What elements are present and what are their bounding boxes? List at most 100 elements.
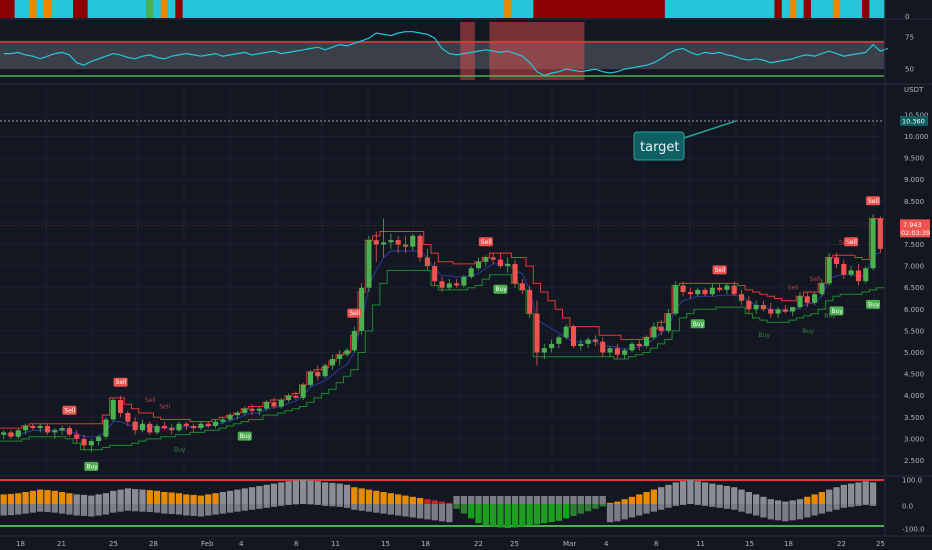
bottom-bar-pos xyxy=(833,487,840,504)
candle-body xyxy=(74,434,80,439)
candle-body xyxy=(37,425,43,429)
bottom-bar-base xyxy=(731,504,738,510)
heat-cell xyxy=(284,0,293,18)
bottom-bar-neg xyxy=(533,504,541,525)
bottom-bar-pos xyxy=(0,494,7,504)
bottom-bar-base xyxy=(395,504,402,516)
heat-cell xyxy=(306,0,315,18)
candle-body xyxy=(454,283,460,286)
heat-cell xyxy=(299,0,308,18)
bottom-bar-pos xyxy=(263,484,270,504)
bottom-bar-pos xyxy=(29,490,37,504)
bottom-bar-base xyxy=(796,504,804,520)
heat-cell xyxy=(832,0,841,18)
heat-cell xyxy=(350,0,359,18)
bottom-bar-base xyxy=(197,504,205,517)
sell-signal-label: Sell xyxy=(116,379,127,386)
bottom-bar-base xyxy=(723,504,731,509)
bottom-bar-base xyxy=(511,496,519,504)
bottom-bar-pos xyxy=(241,488,248,504)
bottom-bar-base xyxy=(132,504,139,512)
time-tick-label: 18 xyxy=(421,540,430,548)
bottom-bar-base xyxy=(584,496,592,504)
candle-body xyxy=(66,428,72,435)
heat-cell xyxy=(58,0,67,18)
candle-body xyxy=(614,348,620,355)
candle-body xyxy=(15,430,21,437)
heat-cell xyxy=(321,0,330,18)
bottom-bar-base xyxy=(840,504,847,508)
time-tick-label: 22 xyxy=(837,540,846,548)
bottom-bar-base xyxy=(37,504,44,512)
price-tick-label: 7.500 xyxy=(904,241,924,249)
heat-cell xyxy=(789,0,797,18)
heat-cell xyxy=(584,0,593,18)
bottom-bar-pos xyxy=(643,492,650,504)
bottom-bar-pos xyxy=(438,501,446,504)
heat-cell xyxy=(745,0,753,18)
osc-highlight xyxy=(460,22,475,80)
heat-cell xyxy=(628,0,636,18)
bottom-bar-base xyxy=(51,504,58,513)
bottom-bar-neg xyxy=(468,504,475,519)
heat-cell xyxy=(379,0,388,18)
bottom-bar-pos xyxy=(139,489,146,504)
candle-body xyxy=(578,343,584,347)
bottom-bar-pos xyxy=(351,487,358,504)
bottom-tick-label: 0.0 xyxy=(902,503,913,511)
bottom-bar-pos xyxy=(146,490,153,504)
heat-cell xyxy=(401,0,410,18)
bottom-bar-pos xyxy=(395,494,402,504)
bottom-bar-base xyxy=(658,504,665,510)
bottom-bar-pos xyxy=(760,496,767,504)
bottom-bar-pos xyxy=(234,489,241,504)
time-tick-label: 22 xyxy=(474,540,483,548)
bottom-bar-pos xyxy=(796,499,804,504)
bottom-bar-pos xyxy=(102,493,110,504)
bottom-bar-base xyxy=(701,504,709,506)
candle-body xyxy=(315,371,321,377)
time-tick-label: 11 xyxy=(696,540,705,548)
bottom-bar-pos xyxy=(110,490,117,504)
bottom-bar-base xyxy=(168,504,175,514)
bottom-bar-pos xyxy=(205,494,212,504)
heat-cell xyxy=(226,0,235,18)
candle-body xyxy=(176,423,182,431)
bottom-bar-base xyxy=(847,504,855,507)
candle-body xyxy=(103,419,109,437)
candle-body xyxy=(600,341,606,353)
buy-signal-label: Buy xyxy=(86,463,98,470)
heat-cell xyxy=(182,0,191,18)
price-tick-label: 8.500 xyxy=(904,198,924,206)
bottom-bar-base xyxy=(95,504,102,516)
heat-tick-label: 0 xyxy=(905,13,909,21)
time-tick-label: 15 xyxy=(745,540,754,548)
heat-cell xyxy=(460,0,468,18)
price-tick-label: 7.000 xyxy=(904,263,924,271)
last-price-tag-label: 7.943 xyxy=(903,221,922,229)
heat-cell xyxy=(620,0,629,18)
heat-cell xyxy=(533,0,541,18)
bottom-bar-pos xyxy=(88,495,95,504)
candle-body xyxy=(88,441,94,446)
heat-cell xyxy=(328,0,337,18)
candle-body xyxy=(220,419,226,422)
bottom-bar-pos xyxy=(329,482,336,504)
heat-cell xyxy=(730,0,739,18)
bottom-bar-base xyxy=(833,504,840,510)
bottom-bar-base xyxy=(665,504,672,508)
bottom-bar-base xyxy=(752,504,760,516)
bottom-bar-pos xyxy=(285,481,292,504)
trading-chart[interactable]: 75500 BuyBuyBuyBuyBuyBuySellSellSellSell… xyxy=(0,0,932,550)
heat-cell xyxy=(0,0,8,18)
bottom-bar-neg xyxy=(526,504,533,526)
bottom-bar-base xyxy=(475,496,482,504)
heat-cell xyxy=(233,0,242,18)
candle-body xyxy=(855,270,861,282)
candle-body xyxy=(753,304,759,310)
bottom-bar-pos xyxy=(307,480,314,504)
candle-body xyxy=(147,423,153,433)
bottom-bar-pos xyxy=(606,502,614,504)
candle-body xyxy=(607,348,613,353)
candle-body xyxy=(256,408,262,411)
